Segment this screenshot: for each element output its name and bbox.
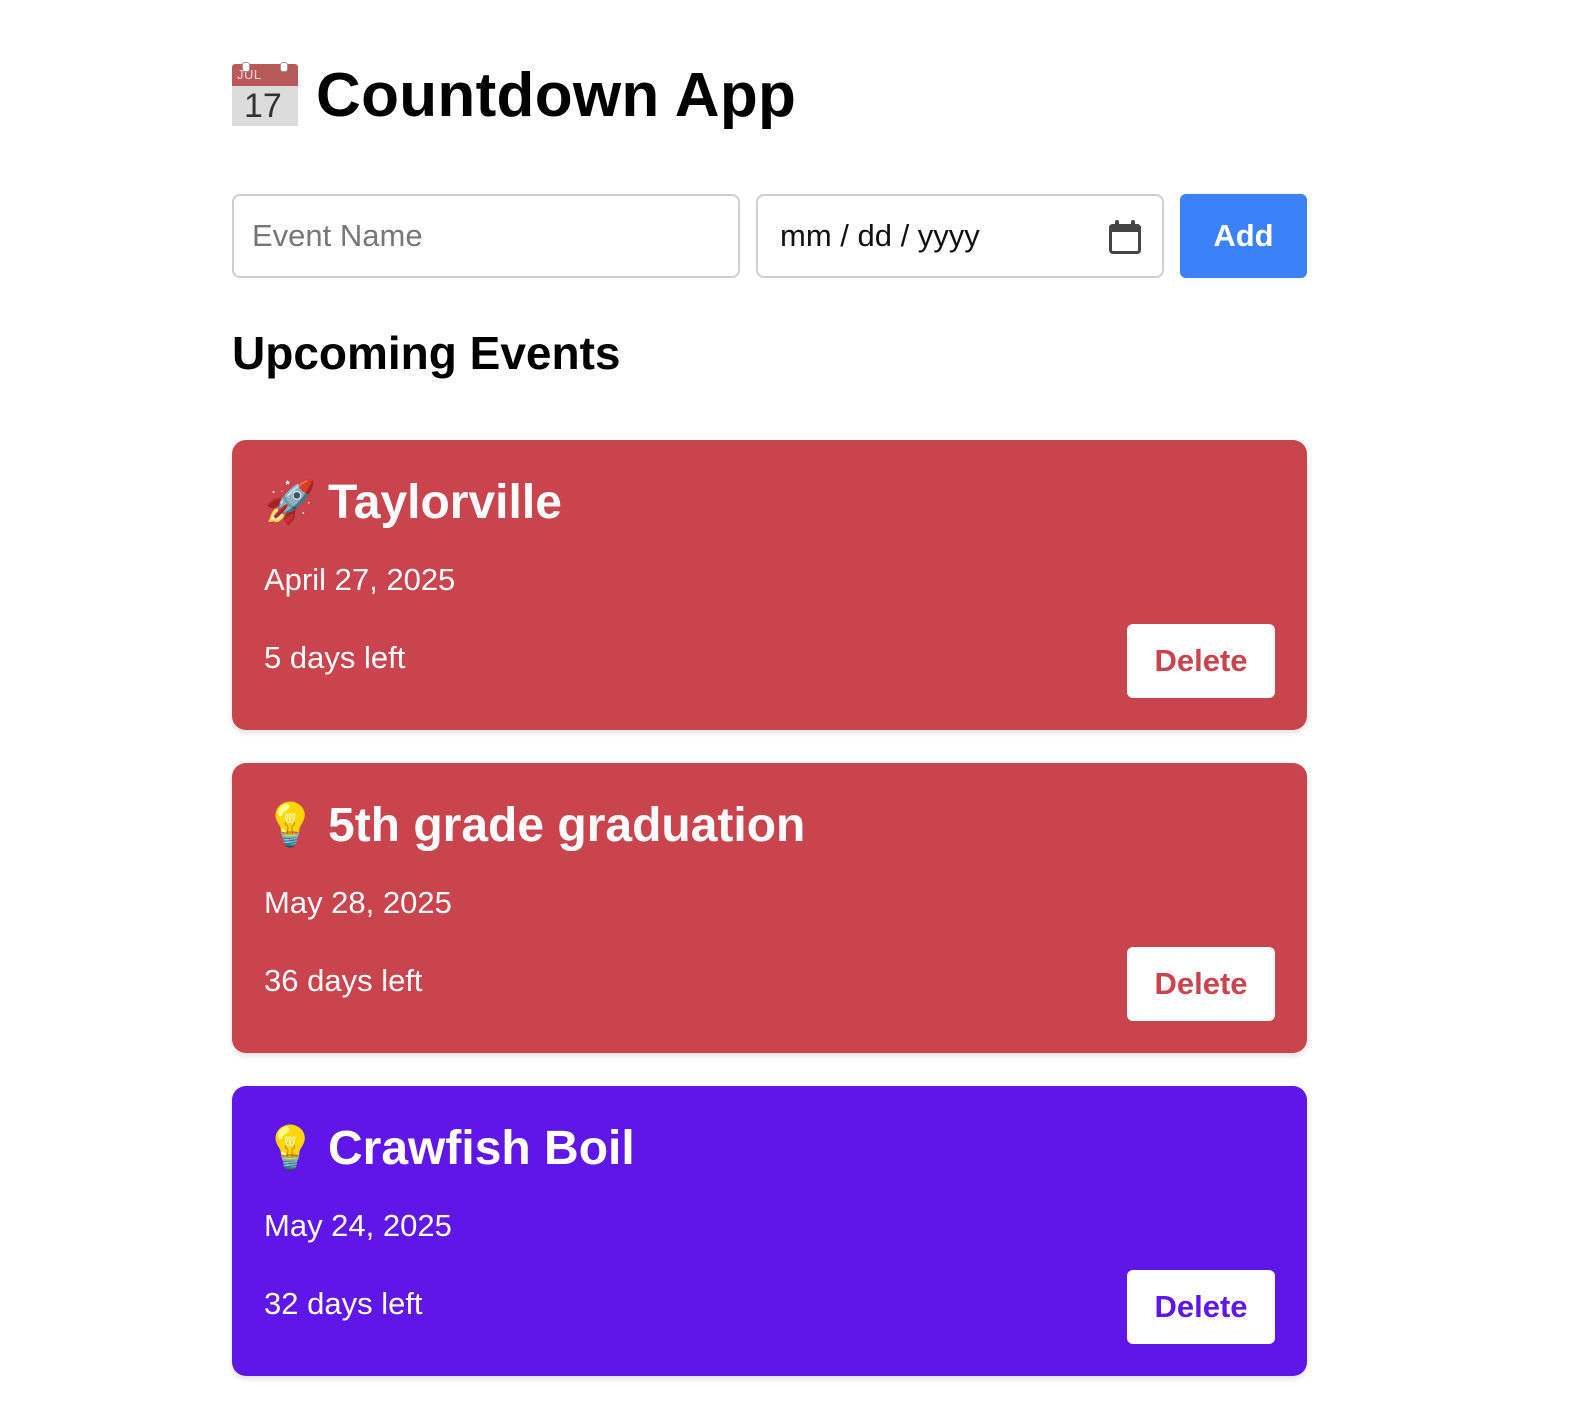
delete-button[interactable]: Delete (1127, 624, 1275, 698)
event-name: Crawfish Boil (328, 1121, 635, 1175)
event-name: 5th grade graduation (328, 798, 806, 852)
title-row: JUL 17 Countdown App (232, 60, 796, 130)
event-date: May 28, 2025 (264, 885, 452, 920)
add-event-form: mm / dd / yyyy Add (232, 194, 1307, 278)
calendar-icon-day: 17 (232, 86, 298, 126)
event-name-row: 🚀 Taylorville (264, 472, 1275, 532)
event-name: Taylorville (328, 475, 562, 529)
event-card: 🚀 Taylorville April 27, 2025 5 days left… (232, 440, 1307, 730)
event-date: May 24, 2025 (264, 1208, 452, 1243)
calendar-picker-icon[interactable] (1108, 220, 1141, 254)
calendar-ring-icon (242, 62, 250, 72)
event-name-row: 💡 5th grade graduation (264, 795, 1275, 855)
calendar-ring-icon (280, 62, 288, 72)
days-left: 36 days left (264, 963, 423, 998)
section-title: Upcoming Events (232, 327, 621, 379)
calendar-icon: JUL 17 (232, 62, 298, 128)
date-placeholder: mm / dd / yyyy (780, 218, 980, 253)
days-left: 5 days left (264, 640, 406, 675)
lightbulb-icon: 💡 (264, 801, 317, 848)
event-date: April 27, 2025 (264, 562, 456, 597)
event-name-row: 💡 Crawfish Boil (264, 1118, 1275, 1178)
event-date-input[interactable]: mm / dd / yyyy (756, 194, 1164, 278)
event-card: 💡 Crawfish Boil May 24, 2025 32 days lef… (232, 1086, 1307, 1376)
lightbulb-icon: 💡 (264, 1124, 317, 1171)
delete-button[interactable]: Delete (1127, 1270, 1275, 1344)
add-button[interactable]: Add (1180, 194, 1307, 278)
rocket-icon: 🚀 (264, 478, 317, 525)
days-left: 32 days left (264, 1286, 423, 1321)
delete-button[interactable]: Delete (1127, 947, 1275, 1021)
event-list: 🚀 Taylorville April 27, 2025 5 days left… (232, 440, 1307, 1409)
event-card: 💡 5th grade graduation May 28, 2025 36 d… (232, 763, 1307, 1053)
event-name-input[interactable] (232, 194, 740, 278)
page-title: Countdown App (316, 60, 797, 130)
